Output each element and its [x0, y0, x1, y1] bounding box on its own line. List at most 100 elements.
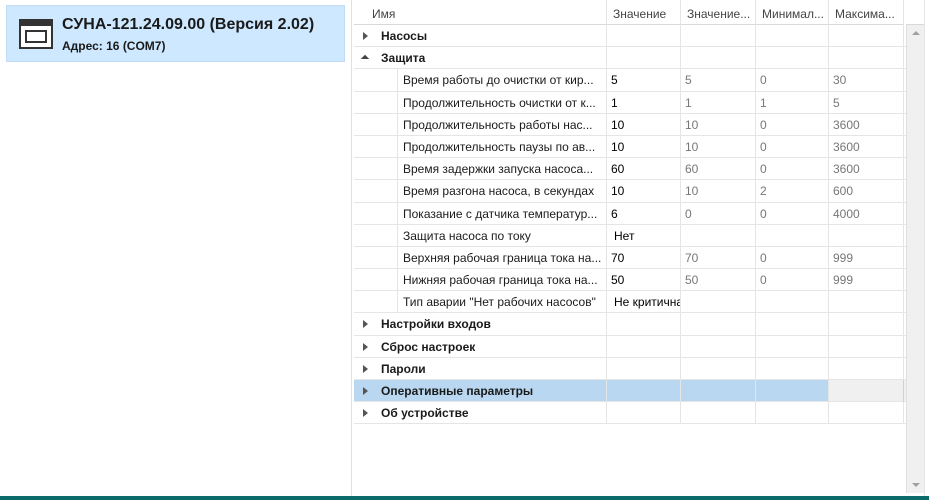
param-max: 999	[829, 269, 904, 292]
grid-group-row[interactable]: Настройки входов	[354, 313, 908, 336]
param-name: Время задержки запуска насоса...	[398, 158, 607, 181]
grid-group-row[interactable]: Оперативные параметры	[354, 380, 908, 403]
device-list-item[interactable]: СУНА-121.24.09.00 (Версия 2.02) Адрес: 1…	[6, 5, 345, 62]
indent-cell	[354, 69, 376, 92]
indent-cell	[354, 180, 376, 203]
scroll-down-icon[interactable]	[907, 476, 924, 493]
indent-cell	[376, 224, 398, 247]
chevron-right-icon[interactable]	[363, 342, 368, 351]
table-row[interactable]: Продолжительность паузы по ав... 10 10 0 360…	[354, 135, 908, 159]
group-name: Настройки входов	[376, 313, 607, 336]
indent-cell	[354, 203, 376, 225]
group-empty-cell	[681, 402, 756, 425]
group-empty-cell	[829, 313, 904, 336]
expander-cell[interactable]	[354, 358, 376, 380]
group-name: Оперативные параметры	[376, 380, 607, 403]
grid-group-row[interactable]: Защита	[354, 47, 908, 70]
group-empty-cell	[681, 25, 756, 48]
indent-cell	[354, 92, 376, 114]
param-default	[681, 291, 756, 314]
column-header-name[interactable]: Имя	[354, 0, 607, 25]
column-header-min[interactable]: Минимал...	[756, 0, 829, 25]
param-default: 60	[681, 158, 756, 181]
param-max	[829, 224, 904, 247]
param-value-input[interactable]: 70	[607, 246, 681, 270]
table-row[interactable]: Защита насоса по току Нет	[354, 224, 908, 247]
group-empty-cell	[756, 402, 829, 425]
group-empty-cell	[756, 380, 829, 403]
chevron-right-icon[interactable]	[363, 364, 368, 373]
indent-cell	[376, 246, 398, 270]
group-name: Насосы	[376, 25, 607, 48]
property-grid-panel: Имя Значение Значение... Минимал... Макс…	[351, 0, 929, 496]
grid-group-row[interactable]: Насосы	[354, 25, 908, 48]
table-row[interactable]: Верхняя рабочая граница тока на... 70 70 0 9…	[354, 246, 908, 270]
table-row[interactable]: Время задержки запуска насоса... 60 60 0 360…	[354, 158, 908, 181]
scroll-up-icon[interactable]	[907, 25, 924, 42]
param-max: 5	[829, 91, 904, 114]
param-value-input[interactable]: Не критична	[607, 291, 681, 314]
chevron-right-icon[interactable]	[363, 409, 368, 418]
param-default: 70	[681, 246, 756, 270]
param-value-input[interactable]: Нет	[607, 224, 681, 247]
column-header-default[interactable]: Значение...	[681, 0, 756, 25]
expander-cell[interactable]	[354, 313, 376, 336]
group-empty-cell	[829, 380, 904, 403]
group-name: Пароли	[376, 357, 607, 380]
grid-group-row[interactable]: Об устройстве	[354, 402, 908, 425]
param-value-input[interactable]: 6	[607, 202, 681, 225]
group-empty-cell	[681, 335, 756, 358]
grid-group-row[interactable]: Пароли	[354, 357, 908, 380]
indent-cell	[354, 291, 376, 314]
table-row[interactable]: Продолжительность работы нас... 10 10 0 3600	[354, 113, 908, 136]
chevron-right-icon[interactable]	[363, 387, 368, 395]
param-value-input[interactable]: 50	[607, 269, 681, 292]
param-max: 4000	[829, 202, 904, 225]
expander-cell[interactable]	[354, 336, 376, 358]
param-default: 10	[681, 113, 756, 136]
param-value-input[interactable]: 10	[607, 135, 681, 159]
column-header-max[interactable]: Максима...	[829, 0, 904, 25]
table-row[interactable]: Продолжительность очистки от к... 1 1 1 5	[354, 91, 908, 114]
column-header-value[interactable]: Значение	[607, 0, 681, 25]
chevron-down-icon[interactable]	[360, 54, 370, 64]
param-min: 0	[756, 113, 829, 136]
group-empty-cell	[829, 47, 904, 70]
expander-cell[interactable]	[354, 380, 376, 403]
group-empty-cell	[607, 357, 681, 380]
param-min: 0	[756, 246, 829, 270]
param-min: 0	[756, 69, 829, 92]
table-row[interactable]: Время разгона насоса, в секундах 10 10 2 600	[354, 180, 908, 203]
table-row[interactable]: Нижняя рабочая граница тока на... 50 50 0 99…	[354, 269, 908, 292]
grid-group-row[interactable]: Сброс настроек	[354, 335, 908, 358]
param-value-input[interactable]: 10	[607, 113, 681, 136]
param-value-input[interactable]: 1	[607, 91, 681, 114]
group-empty-cell	[607, 25, 681, 48]
param-value-input[interactable]: 10	[607, 180, 681, 203]
param-min: 0	[756, 158, 829, 181]
group-empty-cell	[681, 357, 756, 380]
group-empty-cell	[756, 313, 829, 336]
device-address: Адрес: 16 (COM7)	[62, 39, 166, 53]
group-empty-cell	[756, 335, 829, 358]
vertical-scrollbar[interactable]	[906, 25, 924, 493]
param-max: 3600	[829, 135, 904, 159]
table-row[interactable]: Тип аварии "Нет рабочих насосов" Не крити…	[354, 291, 908, 314]
param-max	[829, 291, 904, 314]
param-value-input[interactable]: 5	[607, 69, 681, 92]
chevron-right-icon[interactable]	[363, 320, 368, 329]
param-name: Тип аварии "Нет рабочих насосов"	[398, 291, 607, 314]
table-row[interactable]: Время работы до очистки от кир... 5 5 0 30	[354, 69, 908, 92]
param-min: 0	[756, 269, 829, 292]
indent-cell	[376, 291, 398, 314]
indent-cell	[354, 158, 376, 181]
param-value-input[interactable]: 60	[607, 158, 681, 181]
param-name: Нижняя рабочая граница тока на...	[398, 269, 607, 292]
expander-cell[interactable]	[354, 47, 376, 70]
param-min: 0	[756, 202, 829, 225]
expander-cell[interactable]	[354, 25, 376, 48]
table-row[interactable]: Показание с датчика температур... 6 0 0 4000	[354, 202, 908, 225]
chevron-right-icon[interactable]	[363, 32, 368, 40]
param-min: 2	[756, 180, 829, 203]
expander-cell[interactable]	[354, 402, 376, 425]
